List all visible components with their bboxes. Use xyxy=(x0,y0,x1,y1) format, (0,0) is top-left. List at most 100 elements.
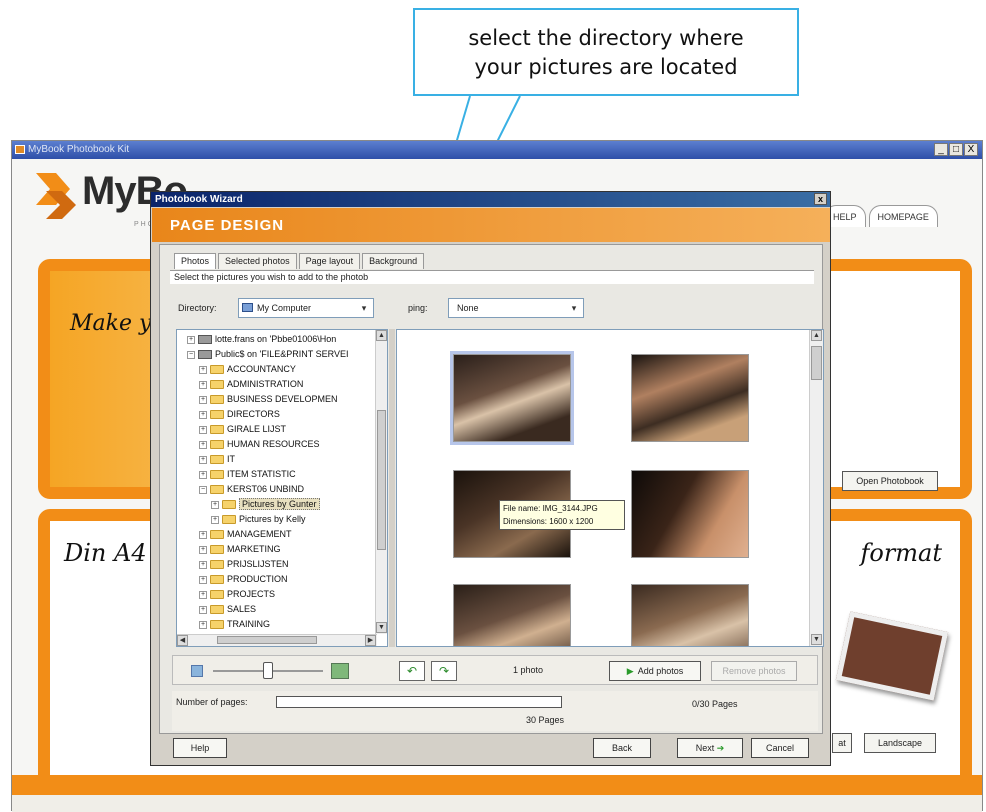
folder-icon xyxy=(222,515,236,525)
tree-item[interactable]: + HUMAN RESOURCES xyxy=(199,437,320,452)
maximize-button[interactable]: □ xyxy=(949,143,963,156)
expand-icon[interactable]: + xyxy=(199,590,207,599)
pane-splitter[interactable] xyxy=(389,329,395,647)
tree-vertical-scrollbar[interactable]: ▲ ▼ xyxy=(375,330,387,634)
add-photos-button[interactable]: ▶ Add photos xyxy=(609,661,701,681)
collapse-icon[interactable]: − xyxy=(199,485,207,494)
expand-icon[interactable]: + xyxy=(211,515,219,524)
directory-select[interactable]: My Computer ▾ xyxy=(238,298,374,318)
expand-icon[interactable]: + xyxy=(199,380,207,389)
tab-page-layout[interactable]: Page layout xyxy=(298,253,361,269)
minimize-button[interactable]: _ xyxy=(934,143,948,156)
photos-scroll-thumb[interactable] xyxy=(811,346,822,380)
tree-item[interactable]: + Pictures by Kelly xyxy=(211,512,306,527)
photobook-wizard-dialog: Photobook Wizard x PAGE DESIGN Photos Se… xyxy=(150,191,831,766)
pages-progress-bar xyxy=(276,696,562,708)
format-button-partial[interactable]: at xyxy=(832,733,852,753)
folder-icon xyxy=(210,605,224,615)
zoom-out-icon[interactable] xyxy=(191,665,203,677)
pages-count: 0/30 Pages xyxy=(692,699,738,709)
open-photobook-button[interactable]: Open Photobook xyxy=(842,471,938,491)
folder-icon xyxy=(210,410,224,420)
tree-item[interactable]: + PRODUCTION xyxy=(199,572,288,587)
landscape-button[interactable]: Landscape xyxy=(864,733,936,753)
tree-item[interactable]: + MANAGEMENT xyxy=(199,527,292,542)
tree-item[interactable]: − Public$ on 'FILE&PRINT SERVEI xyxy=(187,347,348,362)
wizard-body: Photos Selected photos Page layout Backg… xyxy=(159,244,824,734)
tree-item-selected[interactable]: + Pictures by Gunter xyxy=(211,497,320,512)
format-right-text: format xyxy=(860,539,942,567)
scroll-right-icon[interactable]: ▶ xyxy=(365,635,376,646)
callout-box: select the directory where your pictures… xyxy=(413,8,799,96)
scroll-up-icon[interactable]: ▲ xyxy=(811,330,822,341)
tree-item[interactable]: + ITEM STATISTIC xyxy=(199,467,296,482)
expand-icon[interactable]: + xyxy=(199,560,207,569)
tree-item[interactable]: + DIRECTORS xyxy=(199,407,280,422)
wizard-close-button[interactable]: x xyxy=(814,193,827,205)
tab-selected-photos[interactable]: Selected photos xyxy=(218,253,297,269)
photo-thumbnail[interactable] xyxy=(453,584,571,646)
tree-item[interactable]: + ADMINISTRATION xyxy=(199,377,303,392)
expand-icon[interactable]: + xyxy=(199,605,207,614)
back-button[interactable]: Back xyxy=(593,738,651,758)
rotate-left-button[interactable]: ↶ xyxy=(399,661,425,681)
expand-icon[interactable]: + xyxy=(199,530,207,539)
cancel-button[interactable]: Cancel xyxy=(751,738,809,758)
tree-item[interactable]: + IT xyxy=(199,452,235,467)
scroll-down-icon[interactable]: ▼ xyxy=(376,622,387,633)
scroll-up-icon[interactable]: ▲ xyxy=(376,330,387,341)
expand-icon[interactable]: + xyxy=(199,545,207,554)
folder-tree[interactable]: + lotte.frans on 'Pbbe01006\Hon − Public$ … xyxy=(176,329,388,647)
photos-vertical-scrollbar[interactable]: ▲ ▼ xyxy=(809,330,823,646)
next-button[interactable]: Next ➔ xyxy=(677,738,743,758)
help-button[interactable]: Help xyxy=(173,738,227,758)
tree-scroll-thumb[interactable] xyxy=(377,410,386,550)
remove-photos-button[interactable]: Remove photos xyxy=(711,661,797,681)
close-button[interactable]: X xyxy=(964,143,978,156)
tree-item[interactable]: + PROJECTS xyxy=(199,587,275,602)
tab-photos[interactable]: Photos xyxy=(174,253,217,269)
expand-icon[interactable]: + xyxy=(199,455,207,464)
tab-homepage[interactable]: HOMEPAGE xyxy=(868,205,938,227)
expand-icon[interactable]: + xyxy=(199,425,207,434)
zoom-slider-handle[interactable] xyxy=(263,662,273,679)
scroll-down-icon[interactable]: ▼ xyxy=(811,634,822,645)
tree-item[interactable]: + BUSINESS DEVELOPMEN xyxy=(199,392,338,407)
grouping-select[interactable]: None ▾ xyxy=(448,298,584,318)
window-controls: _ □ X xyxy=(934,143,978,156)
tree-item[interactable]: + PRIJSLIJSTEN xyxy=(199,557,289,572)
tree-item[interactable]: + ACCOUNTANCY xyxy=(199,362,296,377)
callout-line-2: your pictures are located xyxy=(474,55,738,79)
tree-item[interactable]: − KERST06 UNBIND xyxy=(199,482,304,497)
tree-item[interactable]: + lotte.frans on 'Pbbe01006\Hon xyxy=(187,332,336,347)
rotate-right-button[interactable]: ↷ xyxy=(431,661,457,681)
chevron-down-icon: ▾ xyxy=(571,303,577,313)
photo-thumbnail[interactable] xyxy=(631,470,749,558)
expand-icon[interactable]: + xyxy=(199,410,207,419)
network-drive-icon xyxy=(198,335,212,345)
tree-item[interactable]: + GIRALE LIJST xyxy=(199,422,286,437)
photo-thumbnail[interactable] xyxy=(631,354,749,442)
app-icon xyxy=(15,145,25,154)
expand-icon[interactable]: + xyxy=(199,395,207,404)
tree-hscroll-thumb[interactable] xyxy=(217,636,317,644)
expand-icon[interactable]: + xyxy=(199,575,207,584)
scroll-left-icon[interactable]: ◀ xyxy=(177,635,188,646)
tree-item[interactable]: + SALES xyxy=(199,602,256,617)
tree-item[interactable]: + TRAINING xyxy=(199,617,270,632)
tree-horizontal-scrollbar[interactable]: ◀ ▶ xyxy=(177,634,377,646)
collapse-icon[interactable]: − xyxy=(187,350,195,359)
footer-bar xyxy=(12,775,982,795)
expand-icon[interactable]: + xyxy=(199,470,207,479)
expand-icon[interactable]: + xyxy=(187,335,195,344)
expand-icon[interactable]: + xyxy=(199,365,207,374)
photo-thumbnail[interactable] xyxy=(631,584,749,646)
zoom-in-icon[interactable] xyxy=(331,663,349,679)
expand-icon[interactable]: + xyxy=(199,440,207,449)
expand-icon[interactable]: + xyxy=(211,500,219,509)
expand-icon[interactable]: + xyxy=(199,620,207,629)
tree-item[interactable]: + MARKETING xyxy=(199,542,281,557)
photo-thumbnail[interactable] xyxy=(450,351,574,445)
tab-background[interactable]: Background xyxy=(362,253,425,269)
photo-grid[interactable]: File name: IMG_3144.JPG Dimensions: 1600… xyxy=(396,329,824,647)
